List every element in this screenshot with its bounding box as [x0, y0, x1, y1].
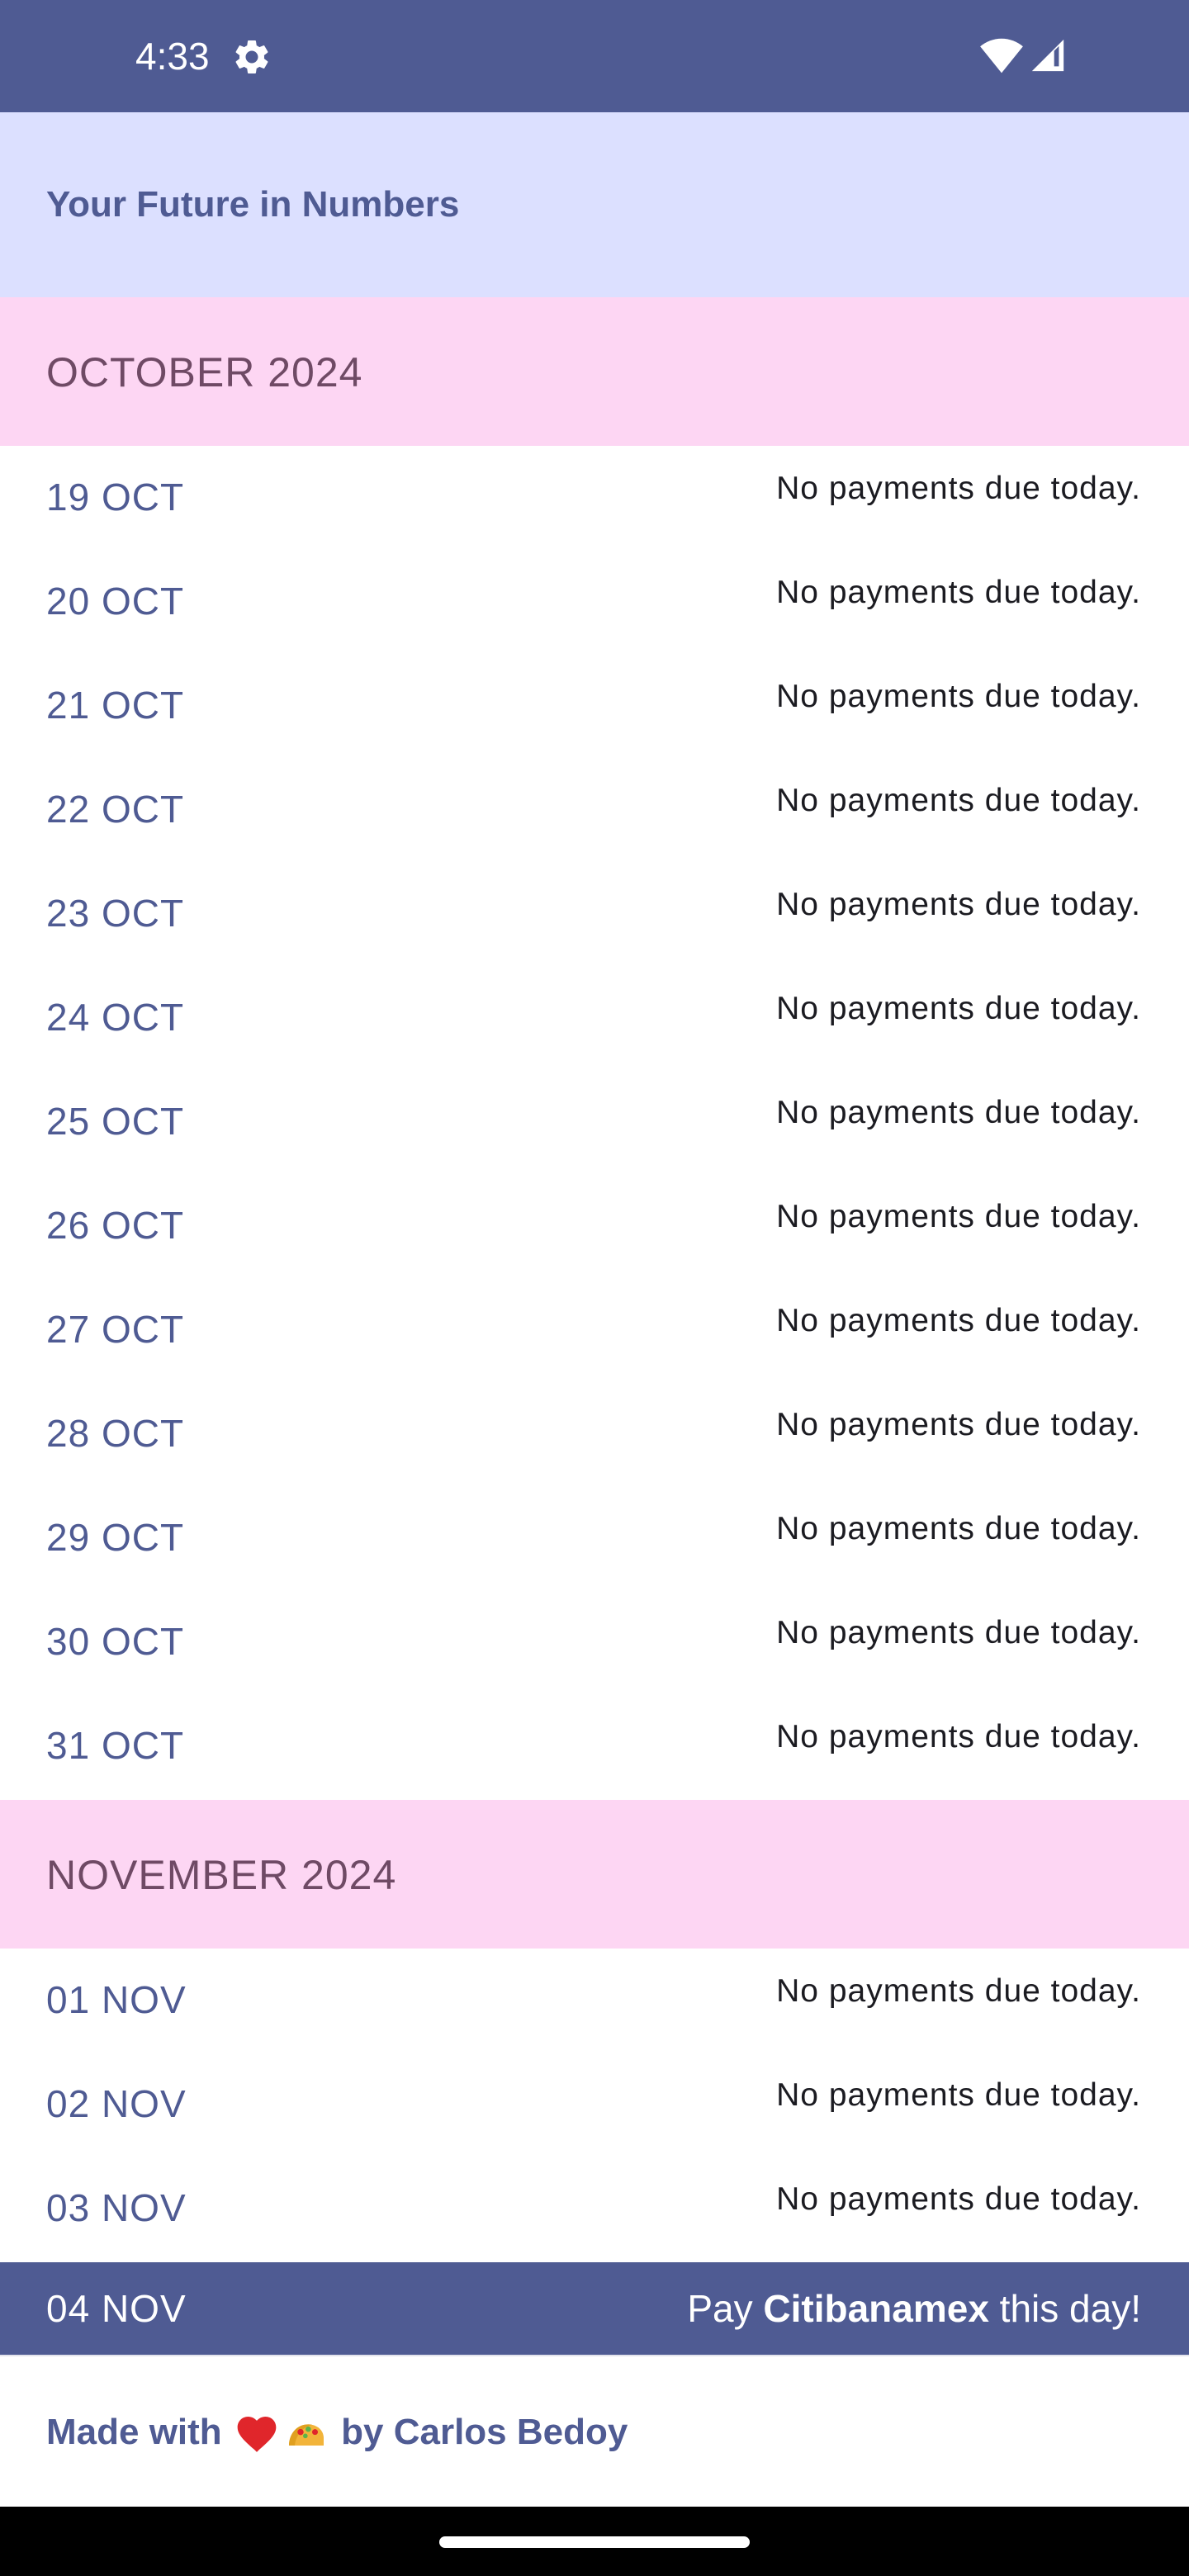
- month-header-october: OCTOBER 2024: [0, 297, 1189, 446]
- month-header-november: NOVEMBER 2024: [0, 1800, 1189, 1949]
- footer: Made with by Carlos Bedoy: [0, 2355, 1189, 2508]
- day-date: 20 OCT: [46, 580, 185, 623]
- day-row: 23 OCT No payments due today.: [0, 862, 1189, 966]
- day-row: 31 OCT No payments due today.: [0, 1694, 1189, 1798]
- day-status: No payments due today.: [776, 1973, 1141, 2009]
- day-date: 23 OCT: [46, 892, 185, 935]
- day-row: 24 OCT No payments due today.: [0, 966, 1189, 1070]
- day-status: No payments due today.: [776, 991, 1141, 1026]
- day-status: No payments due today.: [776, 887, 1141, 922]
- day-row: 27 OCT No payments due today.: [0, 1278, 1189, 1382]
- day-row: 22 OCT No payments due today.: [0, 758, 1189, 862]
- day-date: 29 OCT: [46, 1516, 185, 1559]
- day-row: 26 OCT No payments due today.: [0, 1174, 1189, 1278]
- footer-prefix: Made with: [46, 2412, 232, 2452]
- day-date: 02 NOV: [46, 2082, 187, 2125]
- day-status: No payments due today.: [776, 1303, 1141, 1338]
- day-status: No payments due today.: [776, 575, 1141, 610]
- cell-signal-icon: [1031, 39, 1064, 72]
- day-date: 28 OCT: [46, 1412, 185, 1455]
- month-label: OCTOBER 2024: [46, 349, 363, 395]
- day-date: 25 OCT: [46, 1100, 185, 1143]
- payment-date: 04 NOV: [46, 2287, 187, 2330]
- day-row: 29 OCT No payments due today.: [0, 1486, 1189, 1590]
- footer-suffix: by Carlos Bedoy: [330, 2412, 628, 2452]
- page-title: Your Future in Numbers: [46, 184, 460, 225]
- day-date: 27 OCT: [46, 1308, 185, 1351]
- status-bar: 4:33: [0, 0, 1189, 112]
- day-date: 03 NOV: [46, 2186, 187, 2229]
- day-row: 02 NOV No payments due today.: [0, 2053, 1189, 2157]
- day-date: 24 OCT: [46, 996, 185, 1039]
- payment-day-row[interactable]: 04 NOV Pay Citibanamex this day!: [0, 2262, 1189, 2355]
- payment-bank: Citibanamex: [763, 2287, 989, 2330]
- day-date: 22 OCT: [46, 788, 185, 831]
- day-date: 30 OCT: [46, 1620, 185, 1663]
- gear-icon: [235, 40, 268, 73]
- day-date: 26 OCT: [46, 1204, 185, 1247]
- day-row: 01 NOV No payments due today.: [0, 1949, 1189, 2053]
- day-row: 03 NOV No payments due today.: [0, 2157, 1189, 2261]
- day-status: No payments due today.: [776, 2077, 1141, 2113]
- day-row: 21 OCT No payments due today.: [0, 654, 1189, 758]
- taco-icon: [288, 2424, 324, 2446]
- month-label: NOVEMBER 2024: [46, 1852, 397, 1898]
- day-row: 28 OCT No payments due today.: [0, 1382, 1189, 1486]
- status-time: 4:33: [135, 35, 210, 78]
- navigation-bar: [0, 2507, 1189, 2576]
- day-date: 01 NOV: [46, 1978, 187, 2021]
- day-status: No payments due today.: [776, 1719, 1141, 1754]
- day-status: No payments due today.: [776, 471, 1141, 506]
- day-row: 20 OCT No payments due today.: [0, 550, 1189, 654]
- day-status: No payments due today.: [776, 1095, 1141, 1130]
- payment-message: Pay Citibanamex this day!: [687, 2282, 1141, 2335]
- heart-icon: [237, 2417, 277, 2453]
- day-status: No payments due today.: [776, 2181, 1141, 2217]
- day-row: 25 OCT No payments due today.: [0, 1070, 1189, 1174]
- payment-prefix: Pay: [687, 2287, 764, 2330]
- app-screen: 4:33 Your Future in Numbers OCTOBER 2024…: [0, 0, 1189, 2576]
- app-header: Your Future in Numbers: [0, 112, 1189, 297]
- day-row: 19 OCT No payments due today.: [0, 446, 1189, 550]
- payment-suffix: this day!: [988, 2287, 1141, 2330]
- day-date: 19 OCT: [46, 476, 185, 519]
- day-status: No payments due today.: [776, 1511, 1141, 1546]
- day-date: 21 OCT: [46, 684, 185, 727]
- day-status: No payments due today.: [776, 1615, 1141, 1650]
- home-indicator[interactable]: [439, 2536, 750, 2548]
- day-date: 31 OCT: [46, 1724, 185, 1767]
- day-status: No payments due today.: [776, 1199, 1141, 1234]
- footer-credit: Made with by Carlos Bedoy: [46, 2406, 628, 2459]
- day-row: 30 OCT No payments due today.: [0, 1590, 1189, 1694]
- wifi-icon: [980, 38, 1023, 73]
- day-status: No payments due today.: [776, 783, 1141, 818]
- day-status: No payments due today.: [776, 1407, 1141, 1442]
- day-status: No payments due today.: [776, 679, 1141, 714]
